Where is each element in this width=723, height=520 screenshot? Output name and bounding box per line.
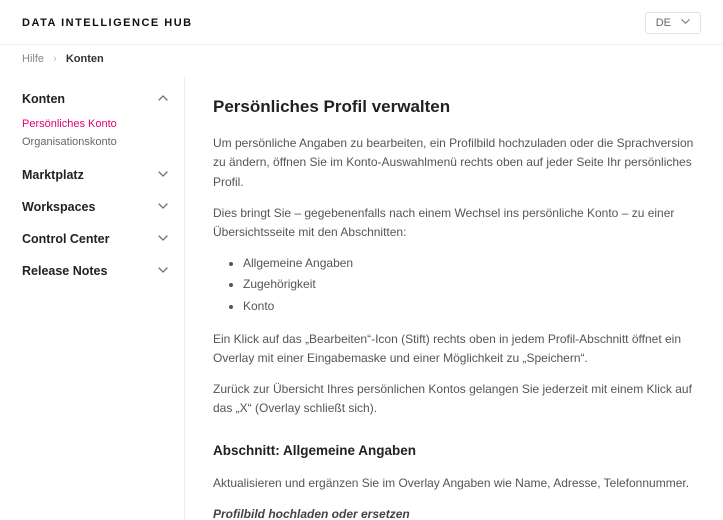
breadcrumb-current: Konten — [66, 53, 104, 65]
chevron-up-icon — [158, 92, 168, 106]
sidebar-section-release-notes[interactable]: Release Notes — [22, 255, 174, 287]
list-item: Zugehörigkeit — [243, 275, 701, 294]
sidebar: Konten Persönliches Konto Organisationsk… — [0, 77, 185, 520]
section-heading: Abschnitt: Allgemeine Angaben — [213, 440, 701, 462]
sidebar-section-label: Control Center — [22, 232, 110, 246]
paragraph: Zurück zur Übersicht Ihres persönlichen … — [213, 380, 701, 418]
chevron-down-icon — [158, 168, 168, 182]
paragraph: Um persönliche Angaben zu bearbeiten, ei… — [213, 134, 701, 192]
sidebar-section-label: Konten — [22, 92, 65, 106]
sidebar-section-label: Marktplatz — [22, 168, 84, 182]
chevron-down-icon — [158, 264, 168, 278]
breadcrumb: Hilfe › Konten — [0, 45, 723, 77]
paragraph: Ein Klick auf das „Bearbeiten“-Icon (Sti… — [213, 330, 701, 368]
paragraph: Dies bringt Sie – gegebenenfalls nach ei… — [213, 204, 701, 242]
page-title: Persönliches Profil verwalten — [213, 93, 701, 120]
sidebar-section-label: Release Notes — [22, 264, 107, 278]
sidebar-item-persoenliches-konto[interactable]: Persönliches Konto — [22, 115, 174, 133]
paragraph: Aktualisieren und ergänzen Sie im Overla… — [213, 474, 701, 493]
sidebar-konten-children: Persönliches Konto Organisationskonto — [22, 115, 174, 159]
brand-title: DATA INTELLIGENCE HUB — [22, 17, 193, 29]
language-code: DE — [656, 17, 671, 29]
content: Persönliches Profil verwalten Um persönl… — [185, 77, 723, 520]
body: Konten Persönliches Konto Organisationsk… — [0, 77, 723, 520]
chevron-down-icon — [158, 232, 168, 246]
chevron-down-icon — [158, 200, 168, 214]
sidebar-section-control-center[interactable]: Control Center — [22, 223, 174, 255]
sidebar-item-organisationskonto[interactable]: Organisationskonto — [22, 133, 174, 151]
sidebar-section-marktplatz[interactable]: Marktplatz — [22, 159, 174, 191]
sidebar-section-konten[interactable]: Konten — [22, 83, 174, 115]
breadcrumb-separator: › — [53, 53, 57, 65]
list-item: Konto — [243, 297, 701, 316]
chevron-down-icon — [681, 17, 690, 29]
bullet-list: Allgemeine Angaben Zugehörigkeit Konto — [213, 254, 701, 316]
subheading: Profilbild hochladen oder ersetzen — [213, 505, 701, 520]
list-item: Allgemeine Angaben — [243, 254, 701, 273]
sidebar-section-workspaces[interactable]: Workspaces — [22, 191, 174, 223]
language-selector[interactable]: DE — [645, 12, 701, 34]
header: DATA INTELLIGENCE HUB DE — [0, 0, 723, 45]
sidebar-section-label: Workspaces — [22, 200, 95, 214]
breadcrumb-root[interactable]: Hilfe — [22, 53, 44, 65]
